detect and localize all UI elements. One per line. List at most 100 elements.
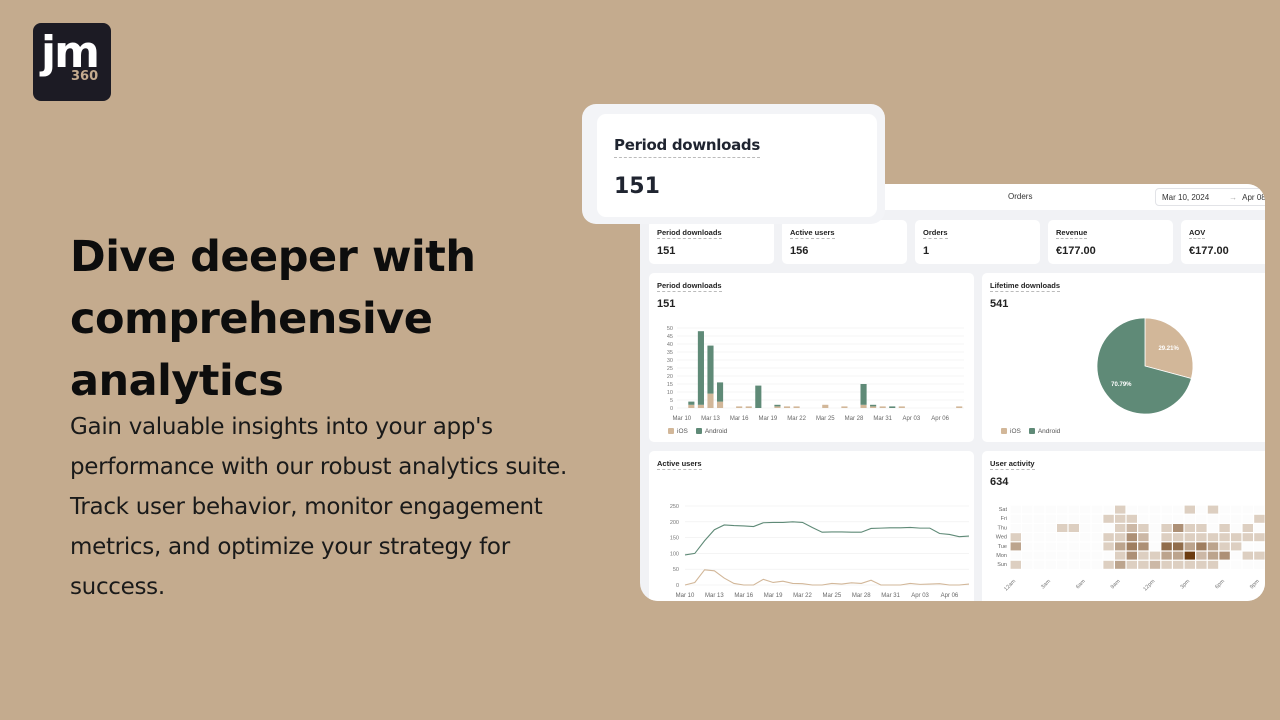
heatmap-cell: [1115, 542, 1126, 551]
heatmap-cell: [1173, 560, 1184, 569]
heatmap-cell: [1080, 560, 1091, 569]
heatmap-row-label: Wed: [996, 535, 1007, 541]
heatmap-cell: [1149, 514, 1161, 523]
heatmap-cell: [1080, 533, 1091, 542]
panel-period-downloads: Period downloads 151 0 5 10 15 20 25 30 35 40 45 5…: [649, 273, 974, 442]
heatmap-cell: [1103, 560, 1114, 569]
heatmap-cell: [1068, 524, 1079, 532]
heatmap-cell: [1196, 551, 1207, 560]
heatmap-cell: [1138, 560, 1149, 569]
heatmap-cell: [1080, 505, 1091, 514]
heatmap-cell: [1022, 542, 1033, 551]
kpi-title: Active users: [790, 228, 835, 239]
heatmap-cell: [1161, 533, 1172, 542]
kpi-card-period-downloads: Period downloads 151: [649, 220, 774, 264]
x-tick-label: Mar 19: [759, 416, 778, 422]
heatmap-cell: [1126, 542, 1137, 551]
legend-android[interactable]: Android: [695, 428, 727, 435]
heatmap-cell: [1033, 533, 1045, 542]
x-tick-label: 12pm: [1142, 578, 1156, 592]
heatmap-cell: [1219, 514, 1230, 523]
heatmap-cell: [1196, 560, 1207, 569]
heatmap-cell: [1138, 514, 1149, 523]
heatmap-cell: [1126, 524, 1137, 532]
pie-label: 70.79%: [1111, 382, 1132, 388]
heatmap-cell: [1184, 551, 1195, 560]
legend-ios[interactable]: iOS: [1001, 428, 1021, 435]
bar-ios: [688, 404, 695, 408]
heatmap-cell: [1045, 505, 1056, 514]
heatmap-cell: [1022, 505, 1033, 514]
floating-kpi-inner: [597, 114, 877, 217]
x-tick-label: Mar 22: [787, 416, 806, 422]
bar-android: [860, 384, 867, 405]
kpi-card-active-users: Active users 156: [782, 220, 907, 264]
heatmap-cell: [1010, 505, 1021, 514]
bar-ios: [774, 406, 781, 408]
heatmap-cell: [1161, 551, 1172, 560]
heatmap-cell: [1068, 533, 1079, 542]
heatmap-cell: [1033, 505, 1045, 514]
x-tick-label: Apr 03: [911, 593, 929, 599]
x-tick-label: 12am: [1003, 578, 1017, 592]
date-range-picker[interactable]: Mar 10, 2024 → Apr 08, 2: [1155, 188, 1265, 206]
heatmap-cell: [1115, 514, 1126, 523]
heatmap-cell: [1045, 560, 1056, 569]
bar-android: [870, 404, 877, 407]
heatmap-cell: [1091, 542, 1103, 551]
heatmap-cell: [1057, 505, 1068, 514]
heatmap-cell: [1207, 533, 1219, 542]
tab-orders[interactable]: Orders: [1008, 192, 1032, 201]
heatmap-cell: [1242, 533, 1253, 542]
heatmap-cell: [1184, 505, 1195, 514]
bar-ios: [841, 406, 848, 408]
y-tick-label: 250: [670, 504, 679, 510]
x-tick-label: Apr 06: [931, 416, 949, 422]
heatmap-cell: [1138, 505, 1149, 514]
heatmap-cell: [1242, 505, 1253, 514]
heatmap-cell: [1242, 551, 1253, 560]
heatmap-cell: [1022, 560, 1033, 569]
heatmap-cell: [1126, 514, 1137, 523]
heatmap-cell: [1033, 542, 1045, 551]
x-tick-label: Mar 19: [764, 593, 783, 599]
heatmap-cell: [1103, 551, 1114, 560]
heatmap-cell: [1045, 542, 1056, 551]
heatmap-cell: [1254, 505, 1265, 514]
heatmap-cell: [1219, 505, 1230, 514]
legend-ios[interactable]: iOS: [668, 428, 688, 435]
heatmap-cell: [1045, 514, 1056, 523]
heatmap-cell: [1207, 524, 1219, 532]
bar-ios: [870, 406, 877, 408]
heatmap-cell: [1103, 542, 1114, 551]
kpi-title: Revenue: [1056, 228, 1088, 239]
legend-android[interactable]: Android: [1028, 428, 1060, 435]
heatmap-cell: [1115, 560, 1126, 569]
x-tick-label: Mar 13: [705, 593, 724, 599]
x-tick-label: 9pm: [1249, 578, 1261, 590]
logo-sub-text: 360: [71, 69, 99, 84]
x-tick-label: Mar 10: [672, 416, 691, 422]
active-users-line-chart: 0 50 100 150 200 250 Mar 10 Mar 13 Mar 16 Mar 19 M…: [670, 504, 970, 599]
date-from: Mar 10, 2024: [1162, 193, 1210, 202]
heatmap-cell: [1138, 551, 1149, 560]
chart-legend: iOS Android: [668, 428, 727, 435]
bar-android: [707, 345, 714, 394]
heatmap-cell: [1161, 560, 1172, 569]
heatmap-cell: [1080, 524, 1091, 532]
heatmap-cell: [1045, 524, 1056, 532]
floating-kpi-title: Period downloads: [614, 136, 760, 158]
heatmap-row-label: Sun: [997, 562, 1007, 568]
heatmap-cell: [1068, 505, 1079, 514]
heatmap-cell: [1173, 505, 1184, 514]
y-tick-label: 40: [667, 342, 673, 348]
heatmap-cell: [1184, 514, 1195, 523]
y-tick-label: 5: [670, 398, 673, 404]
downloads-bar-chart: 0 5 10 15 20 25 30 35 40 45 50 Mar 10 Mar 13 Mar 16 Ma…: [667, 326, 964, 422]
bar-android: [774, 404, 781, 407]
y-tick-label: 0: [670, 406, 673, 412]
heatmap-cell: [1231, 560, 1242, 569]
heatmap-cell: [1080, 514, 1091, 523]
bar-ios: [860, 404, 867, 408]
jm360-logo: jm 360: [33, 23, 111, 101]
